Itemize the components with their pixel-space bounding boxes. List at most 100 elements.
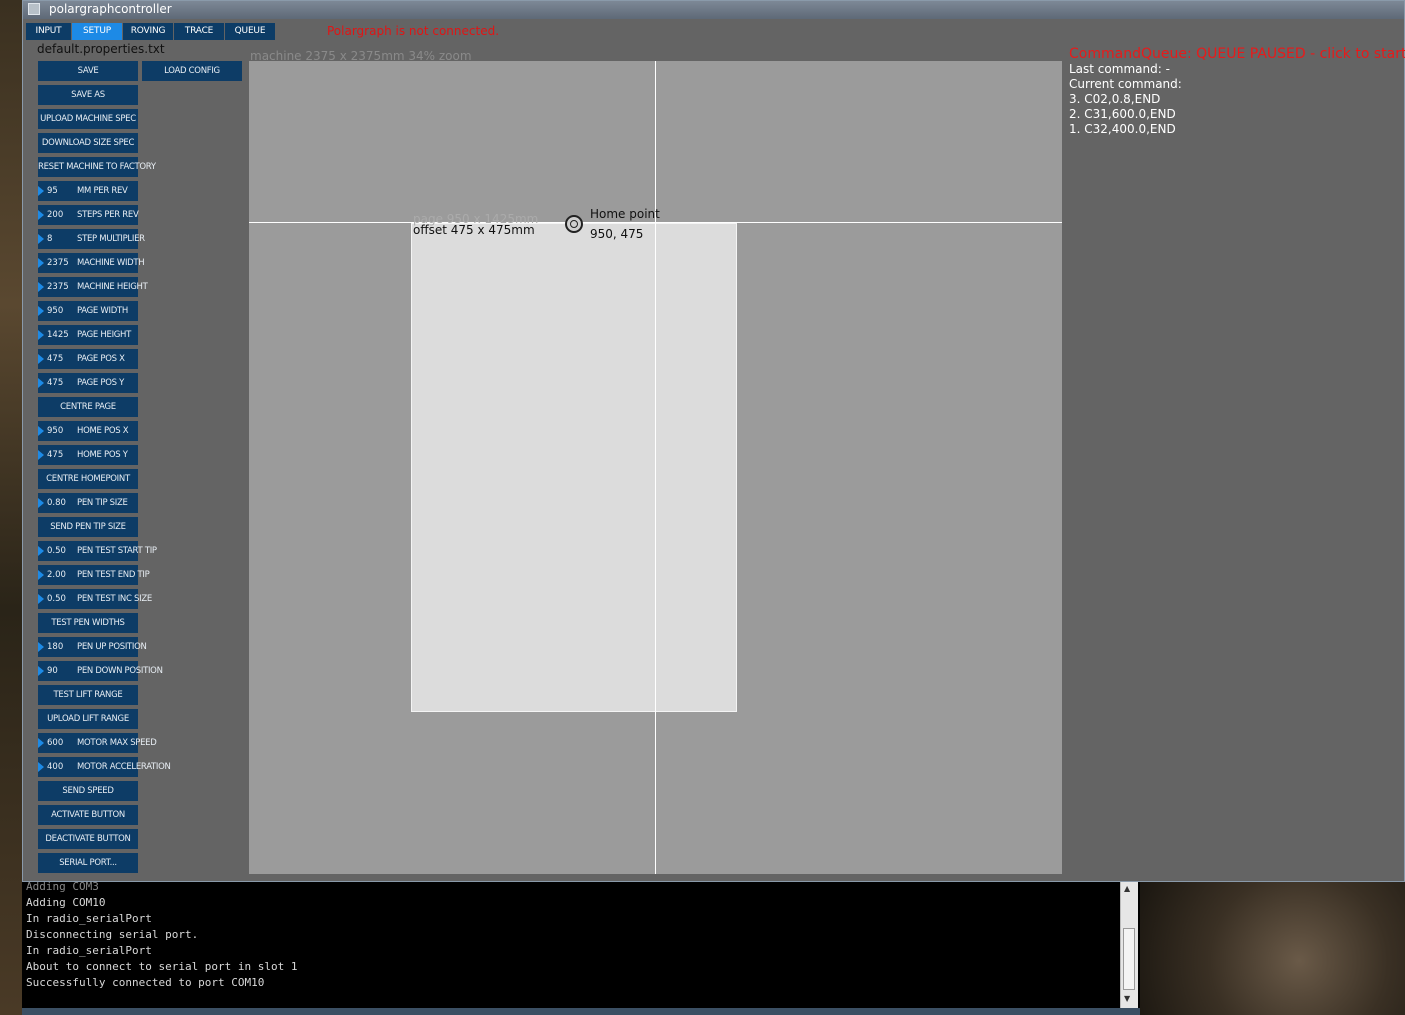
page-pos-x-field[interactable]: 475 PAGE POS X: [38, 349, 138, 369]
console-scrollbar[interactable]: ▲ ▼: [1120, 882, 1138, 1008]
field-value: 950: [47, 306, 64, 316]
field-value: 8: [47, 234, 53, 244]
tab-input[interactable]: INPUT: [26, 23, 71, 40]
send-speed-button[interactable]: SEND SPEED: [38, 781, 138, 801]
upload-machine-spec-button[interactable]: UPLOAD MACHINE SPEC: [38, 109, 138, 129]
console-line: Disconnecting serial port.: [26, 928, 199, 941]
number-arrow-icon: [38, 498, 44, 508]
serial-port-button[interactable]: SERIAL PORT...: [38, 853, 138, 873]
home-point-coords: 950, 475: [590, 227, 644, 241]
field-label: MOTOR ACCELERATION: [77, 762, 171, 772]
field-label: PAGE POS X: [77, 354, 125, 364]
console-line: Successfully connected to port COM10: [26, 976, 265, 989]
centre-page-button[interactable]: CENTRE PAGE: [38, 397, 138, 417]
field-value: 95: [47, 186, 58, 196]
pen-down-position-field[interactable]: 90 PEN DOWN POSITION: [38, 661, 163, 681]
tab-trace[interactable]: TRACE: [174, 23, 224, 40]
pen-test-start-tip-field[interactable]: 0.50 PEN TEST START TIP: [38, 541, 157, 561]
queue-item: 2. C31,600.0,END: [1069, 107, 1176, 121]
number-arrow-icon: [38, 186, 44, 196]
desktop-background-corner: [1140, 880, 1405, 1015]
home-pos-y-field[interactable]: 475 HOME POS Y: [38, 445, 138, 465]
scroll-up-icon[interactable]: ▲: [1124, 884, 1130, 893]
number-arrow-icon: [38, 282, 44, 292]
pen-test-inc-size-field[interactable]: 0.50 PEN TEST INC SIZE: [38, 589, 152, 609]
field-label: MACHINE WIDTH: [77, 258, 145, 268]
app-icon: [28, 3, 40, 15]
field-value: 600: [47, 738, 64, 748]
field-label: PAGE HEIGHT: [77, 330, 132, 340]
console-line: In radio_serialPort: [26, 944, 152, 957]
tab-queue[interactable]: QUEUE: [225, 23, 275, 40]
upload-lift-range-button[interactable]: UPLOAD LIFT RANGE: [38, 709, 138, 729]
steps-per-rev-field[interactable]: 200 STEPS PER REV: [38, 205, 139, 225]
download-size-spec-button[interactable]: DOWNLOAD SIZE SPEC: [38, 133, 138, 153]
home-pos-x-field[interactable]: 950 HOME POS X: [38, 421, 138, 441]
step-multiplier-field[interactable]: 8 STEP MULTIPLIER: [38, 229, 145, 249]
scroll-down-icon[interactable]: ▼: [1124, 994, 1130, 1003]
home-horizontal-guide: [249, 222, 1062, 223]
queue-item: 1. C32,400.0,END: [1069, 122, 1176, 136]
number-arrow-icon: [38, 762, 44, 772]
page-area[interactable]: [411, 223, 737, 712]
app-window: polargraphcontroller INPUT SETUP ROVING …: [22, 0, 1405, 882]
field-label: PAGE WIDTH: [77, 306, 128, 316]
pen-test-end-tip-field[interactable]: 2.00 PEN TEST END TIP: [38, 565, 150, 585]
scroll-thumb[interactable]: [1123, 928, 1135, 990]
motor-acceleration-field[interactable]: 400 MOTOR ACCELERATION: [38, 757, 171, 777]
field-value: 475: [47, 450, 64, 460]
save-button[interactable]: SAVE: [38, 61, 138, 81]
field-label: PEN TEST END TIP: [77, 570, 150, 580]
field-label: MOTOR MAX SPEED: [77, 738, 157, 748]
last-command: Last command: -: [1069, 62, 1170, 76]
number-arrow-icon: [38, 450, 44, 460]
mm-per-rev-field[interactable]: 95 MM PER REV: [38, 181, 138, 201]
field-value: 2.00: [47, 570, 66, 580]
save-as-button[interactable]: SAVE AS: [38, 85, 138, 105]
number-arrow-icon: [38, 666, 44, 676]
centre-homepoint-button[interactable]: CENTRE HOMEPOINT: [38, 469, 138, 489]
pen-up-position-field[interactable]: 180 PEN UP POSITION: [38, 637, 147, 657]
load-config-button[interactable]: LOAD CONFIG: [142, 61, 242, 81]
console-line: About to connect to serial port in slot …: [26, 960, 298, 973]
field-label: HOME POS Y: [77, 450, 128, 460]
tab-roving[interactable]: ROVING: [123, 23, 173, 40]
machine-size-label: machine 2375 x 2375mm 34% zoom: [250, 49, 472, 63]
console-line: Adding COM3: [26, 882, 99, 893]
number-arrow-icon: [38, 594, 44, 604]
page-width-field[interactable]: 950 PAGE WIDTH: [38, 301, 138, 321]
test-pen-widths-button[interactable]: TEST PEN WIDTHS: [38, 613, 138, 633]
motor-max-speed-field[interactable]: 600 MOTOR MAX SPEED: [38, 733, 157, 753]
home-point-icon[interactable]: [565, 215, 583, 233]
tab-setup[interactable]: SETUP: [72, 23, 122, 40]
pen-tip-size-field[interactable]: 0.80 PEN TIP SIZE: [38, 493, 138, 513]
page-offset-label: offset 475 x 475mm: [413, 223, 535, 237]
home-point-label: Home point: [590, 207, 660, 221]
activate-button[interactable]: ACTIVATE BUTTON: [38, 805, 138, 825]
field-value: 2375: [47, 282, 69, 292]
page-pos-y-field[interactable]: 475 PAGE POS Y: [38, 373, 138, 393]
send-pen-tip-size-button[interactable]: SEND PEN TIP SIZE: [38, 517, 138, 537]
field-value: 0.50: [47, 546, 66, 556]
number-arrow-icon: [38, 378, 44, 388]
field-value: 475: [47, 354, 64, 364]
field-value: 0.50: [47, 594, 66, 604]
console-output[interactable]: Adding COM3 Adding COM10 In radio_serial…: [22, 882, 1140, 1008]
number-arrow-icon: [38, 426, 44, 436]
console-line: Adding COM10: [26, 896, 106, 909]
command-queue-status[interactable]: CommandQueue: QUEUE PAUSED - click to st…: [1069, 46, 1405, 62]
number-arrow-icon: [38, 234, 44, 244]
queue-item: 3. C02,0.8,END: [1069, 92, 1161, 106]
machine-height-field[interactable]: 2375 MACHINE HEIGHT: [38, 277, 148, 297]
machine-width-field[interactable]: 2375 MACHINE WIDTH: [38, 253, 145, 273]
field-value: 950: [47, 426, 64, 436]
deactivate-button[interactable]: DEACTIVATE BUTTON: [38, 829, 138, 849]
number-arrow-icon: [38, 330, 44, 340]
reset-machine-button[interactable]: RESET MACHINE TO FACTORY: [38, 157, 156, 177]
number-arrow-icon: [38, 738, 44, 748]
page-height-field[interactable]: 1425 PAGE HEIGHT: [38, 325, 138, 345]
number-arrow-icon: [38, 354, 44, 364]
test-lift-range-button[interactable]: TEST LIFT RANGE: [38, 685, 138, 705]
field-value: 400: [47, 762, 64, 772]
field-value: 2375: [47, 258, 69, 268]
